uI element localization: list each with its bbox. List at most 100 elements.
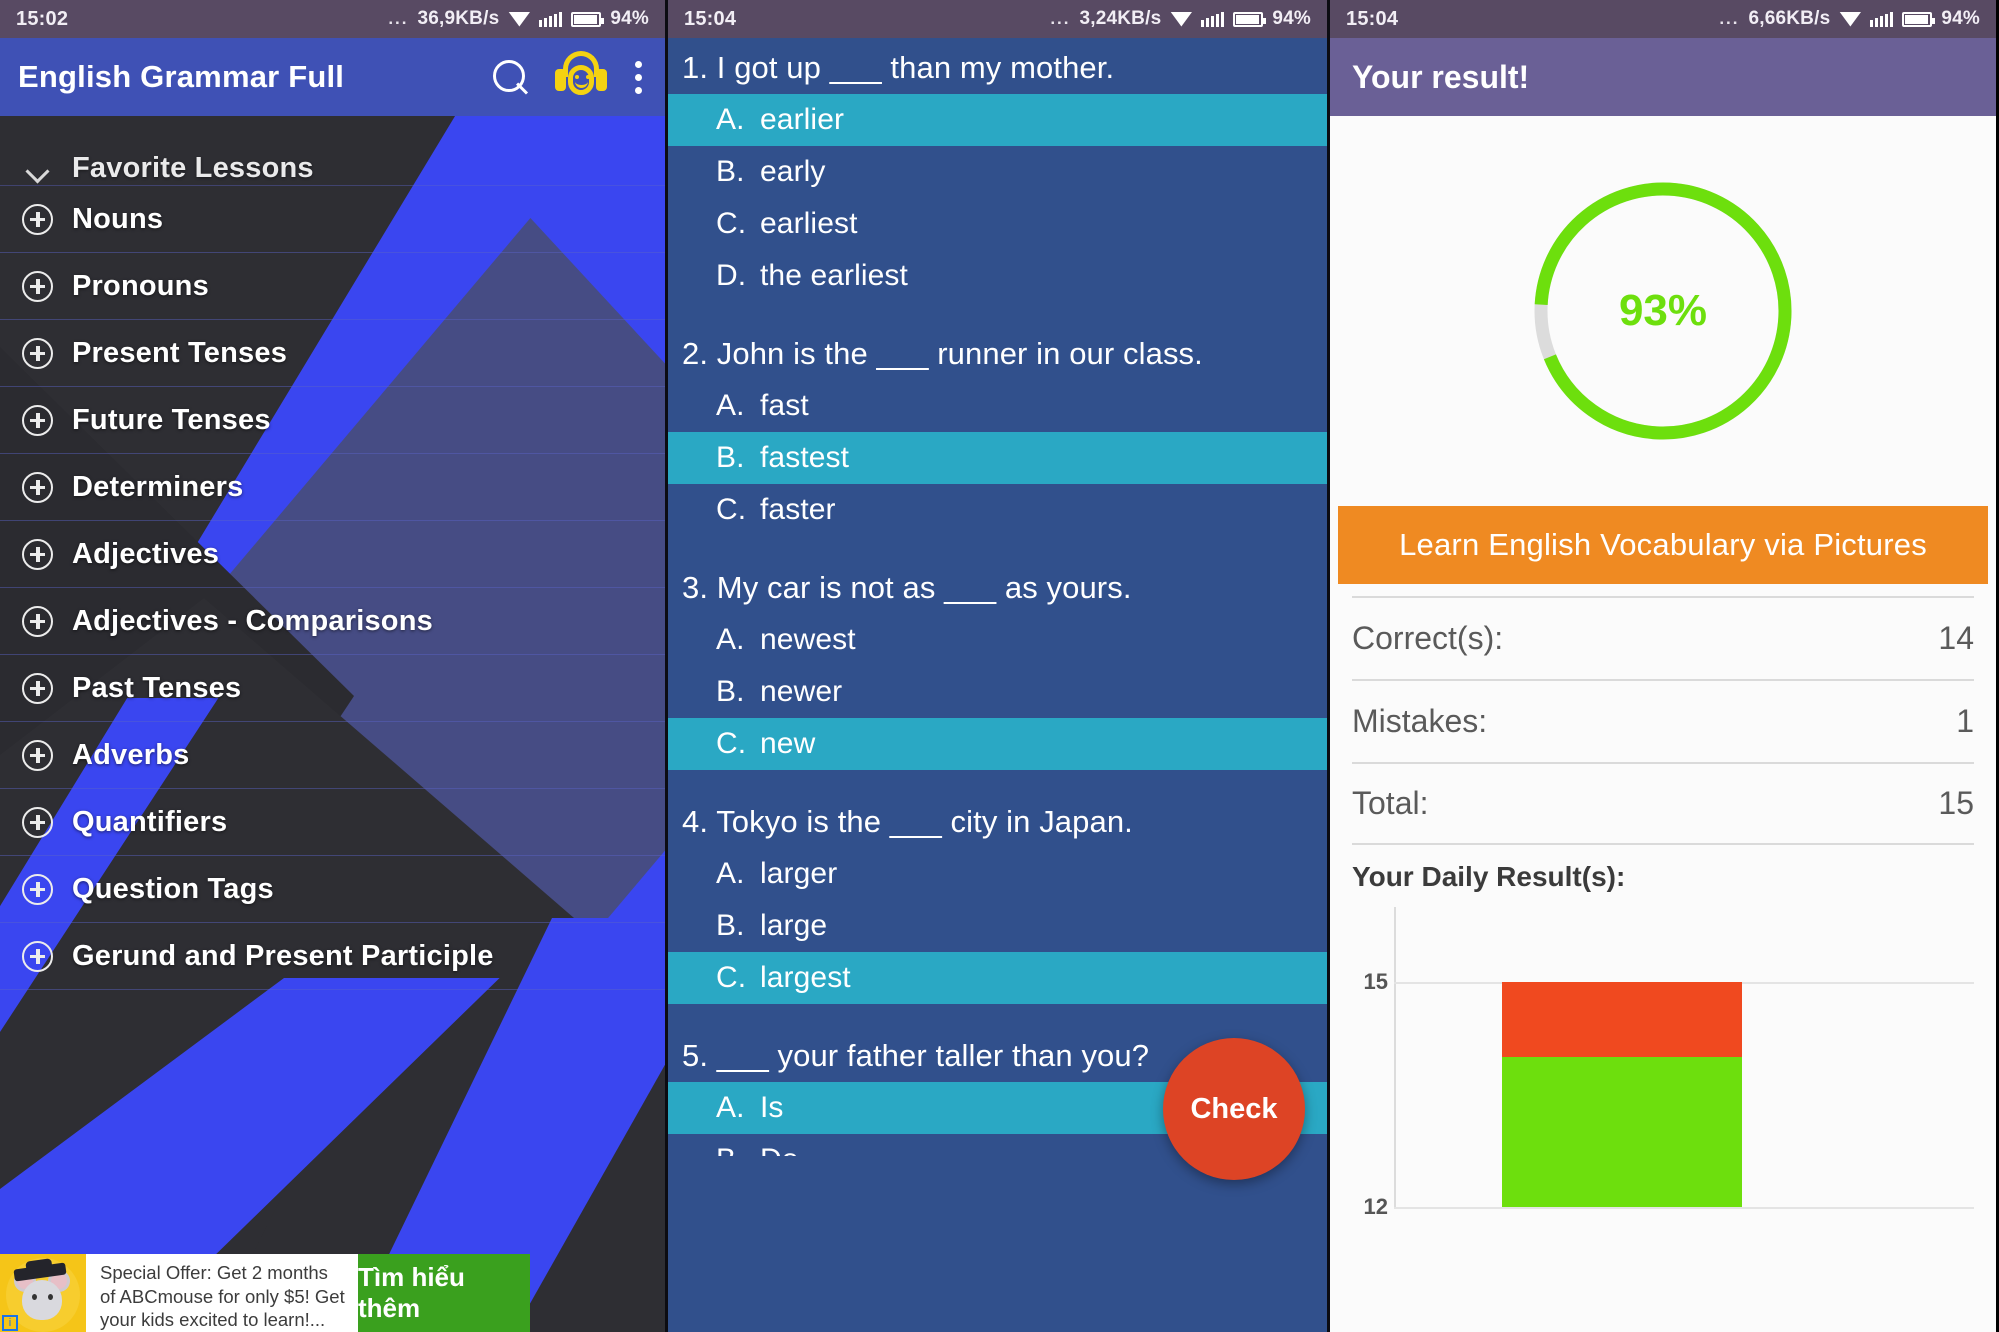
sidebar-item-pronouns[interactable]: Pronouns [0, 253, 665, 320]
screen-grammar-drawer: 15:02 ... 36,9KB/s 94% English Grammar F… [0, 0, 665, 1332]
quiz-list: 1. I got up ___ than my mother. A. earlie… [668, 38, 1327, 1332]
sidebar-item-adjectives-comparisons[interactable]: Adjectives - Comparisons [0, 588, 665, 655]
chart-y-tick-label: 12 [1363, 1194, 1388, 1219]
ad-banner[interactable]: i Special Offer: Get 2 months of ABCmous… [0, 1254, 530, 1332]
battery-icon [571, 11, 605, 27]
plus-circle-icon [22, 940, 53, 972]
sidebar-item-label: Quantifiers [72, 805, 228, 838]
answer-option[interactable]: B. large [668, 900, 1327, 952]
sidebar-item-adjectives[interactable]: Adjectives [0, 521, 665, 588]
sidebar-item-future-tenses[interactable]: Future Tenses [0, 387, 665, 454]
answer-option[interactable]: C. earliest [668, 198, 1327, 250]
sidebar-item-present-tenses[interactable]: Present Tenses [0, 320, 665, 387]
battery-icon [1233, 11, 1267, 27]
drawer-item-list: Favorite Lessons Nouns Pronouns Present … [0, 116, 665, 990]
wifi-icon [1170, 11, 1193, 27]
plus-circle-icon [22, 471, 53, 503]
plus-circle-icon [22, 672, 53, 704]
plus-circle-icon [22, 404, 53, 436]
more-vertical-icon[interactable] [633, 60, 643, 94]
ad-choices-icon[interactable]: i [2, 1315, 18, 1331]
plus-circle-icon [22, 270, 53, 302]
answer-option[interactable]: C. faster [668, 484, 1327, 536]
battery-percent: 94% [1272, 8, 1311, 29]
answer-option[interactable]: A. earlier [668, 94, 1327, 146]
score-ring: 93% [1528, 176, 1798, 446]
sidebar-item-past-tenses[interactable]: Past Tenses [0, 655, 665, 722]
status-time: 15:04 [1346, 7, 1399, 30]
search-icon[interactable] [491, 58, 529, 96]
sidebar-item-nouns[interactable]: Nouns [0, 186, 665, 253]
sidebar-item-label: Adverbs [72, 738, 190, 771]
chart-bar [1502, 982, 1742, 1207]
option-letter: B. [716, 909, 745, 942]
status-time: 15:02 [16, 7, 69, 30]
sidebar-item-gerund-and-present-participle[interactable]: Gerund and Present Participle [0, 923, 665, 990]
sidebar-item-label: Adjectives [72, 537, 220, 570]
option-text: large [760, 909, 828, 942]
question-block: 2. John is the ___ runner in our class. … [668, 324, 1327, 536]
chart-bar-segment-mistakes [1502, 982, 1742, 1057]
chart-y-tick-label: 15 [1363, 969, 1388, 994]
question-block: 4. Tokyo is the ___ city in Japan. A. lar… [668, 792, 1327, 1004]
option-text: earliest [760, 207, 858, 240]
status-bar-1: 15:02 ... 36,9KB/s 94% [0, 0, 665, 38]
plus-circle-icon [22, 203, 53, 235]
wifi-icon [508, 11, 531, 27]
answer-option[interactable]: B. fastest [668, 432, 1327, 484]
option-text: newer [760, 675, 843, 708]
option-letter: A. [716, 857, 745, 890]
chart-bar-segment-correct [1502, 1057, 1742, 1207]
answer-option[interactable]: D. the earliest [668, 250, 1327, 302]
sidebar-item-quantifiers[interactable]: Quantifiers [0, 789, 665, 856]
ad-cta-button[interactable]: Tìm hiểu thêm [358, 1254, 530, 1332]
sidebar-item-favorite-lessons[interactable]: Favorite Lessons [0, 156, 665, 186]
promo-banner-button[interactable]: Learn English Vocabulary via Pictures [1338, 506, 1988, 584]
answer-option[interactable]: B. early [668, 146, 1327, 198]
answer-option[interactable]: C. largest [668, 952, 1327, 1004]
three-screenshot-collage: 15:02 ... 36,9KB/s 94% English Grammar F… [0, 0, 1999, 1332]
sidebar-item-label: Present Tenses [72, 336, 288, 369]
answer-option[interactable]: A. fast [668, 380, 1327, 432]
sidebar-item-label: Pronouns [72, 269, 209, 302]
navigation-drawer: English Grammar Full Favorite Lessons No… [0, 38, 665, 1332]
score-percent-label: 93% [1618, 286, 1708, 335]
sidebar-item-label: Nouns [72, 202, 164, 235]
check-button[interactable]: Check [1163, 1038, 1305, 1180]
option-text: the earliest [760, 259, 908, 292]
answer-option[interactable]: A. newest [668, 614, 1327, 666]
stat-label: Mistakes: [1352, 703, 1488, 739]
sidebar-item-question-tags[interactable]: Question Tags [0, 856, 665, 923]
stat-value: 1 [1956, 703, 1974, 739]
sidebar-item-determiners[interactable]: Determiners [0, 454, 665, 521]
question-text: 4. Tokyo is the ___ city in Japan. [682, 804, 1133, 839]
status-dots-icon: ... [1719, 9, 1740, 28]
option-letter: B. [716, 675, 745, 708]
table-row: Total: 15 [1352, 762, 1974, 845]
result-app-bar: Your result! [1330, 38, 1996, 116]
sidebar-item-adverbs[interactable]: Adverbs [0, 722, 665, 789]
option-letter: B. [716, 441, 745, 474]
question-text: 1. I got up ___ than my mother. [682, 50, 1115, 85]
answer-option[interactable]: C. new [668, 718, 1327, 770]
signal-icon [539, 11, 563, 27]
signal-icon [1870, 11, 1894, 27]
plus-circle-icon [22, 739, 53, 771]
sidebar-item-label: Adjectives - Comparisons [72, 604, 433, 637]
plus-circle-icon [22, 605, 53, 637]
plus-circle-icon [22, 873, 53, 905]
option-text: early [760, 155, 826, 188]
answer-option[interactable]: B. newer [668, 666, 1327, 718]
option-text: new [760, 727, 816, 760]
option-text: faster [760, 493, 836, 526]
battery-icon [1902, 11, 1936, 27]
option-letter: C. [716, 727, 747, 760]
question-block: 1. I got up ___ than my mother. A. earlie… [668, 38, 1327, 302]
result-body: 93% Learn English Vocabulary via Picture… [1330, 116, 1996, 1332]
answer-option[interactable]: A. larger [668, 848, 1327, 900]
question-block: 3. My car is not as ___ as yours. A. newe… [668, 558, 1327, 770]
headphone-smiley-icon[interactable] [555, 51, 607, 103]
option-text: earlier [760, 103, 845, 136]
stat-value: 15 [1938, 785, 1974, 821]
table-row: Correct(s): 14 [1352, 596, 1974, 679]
